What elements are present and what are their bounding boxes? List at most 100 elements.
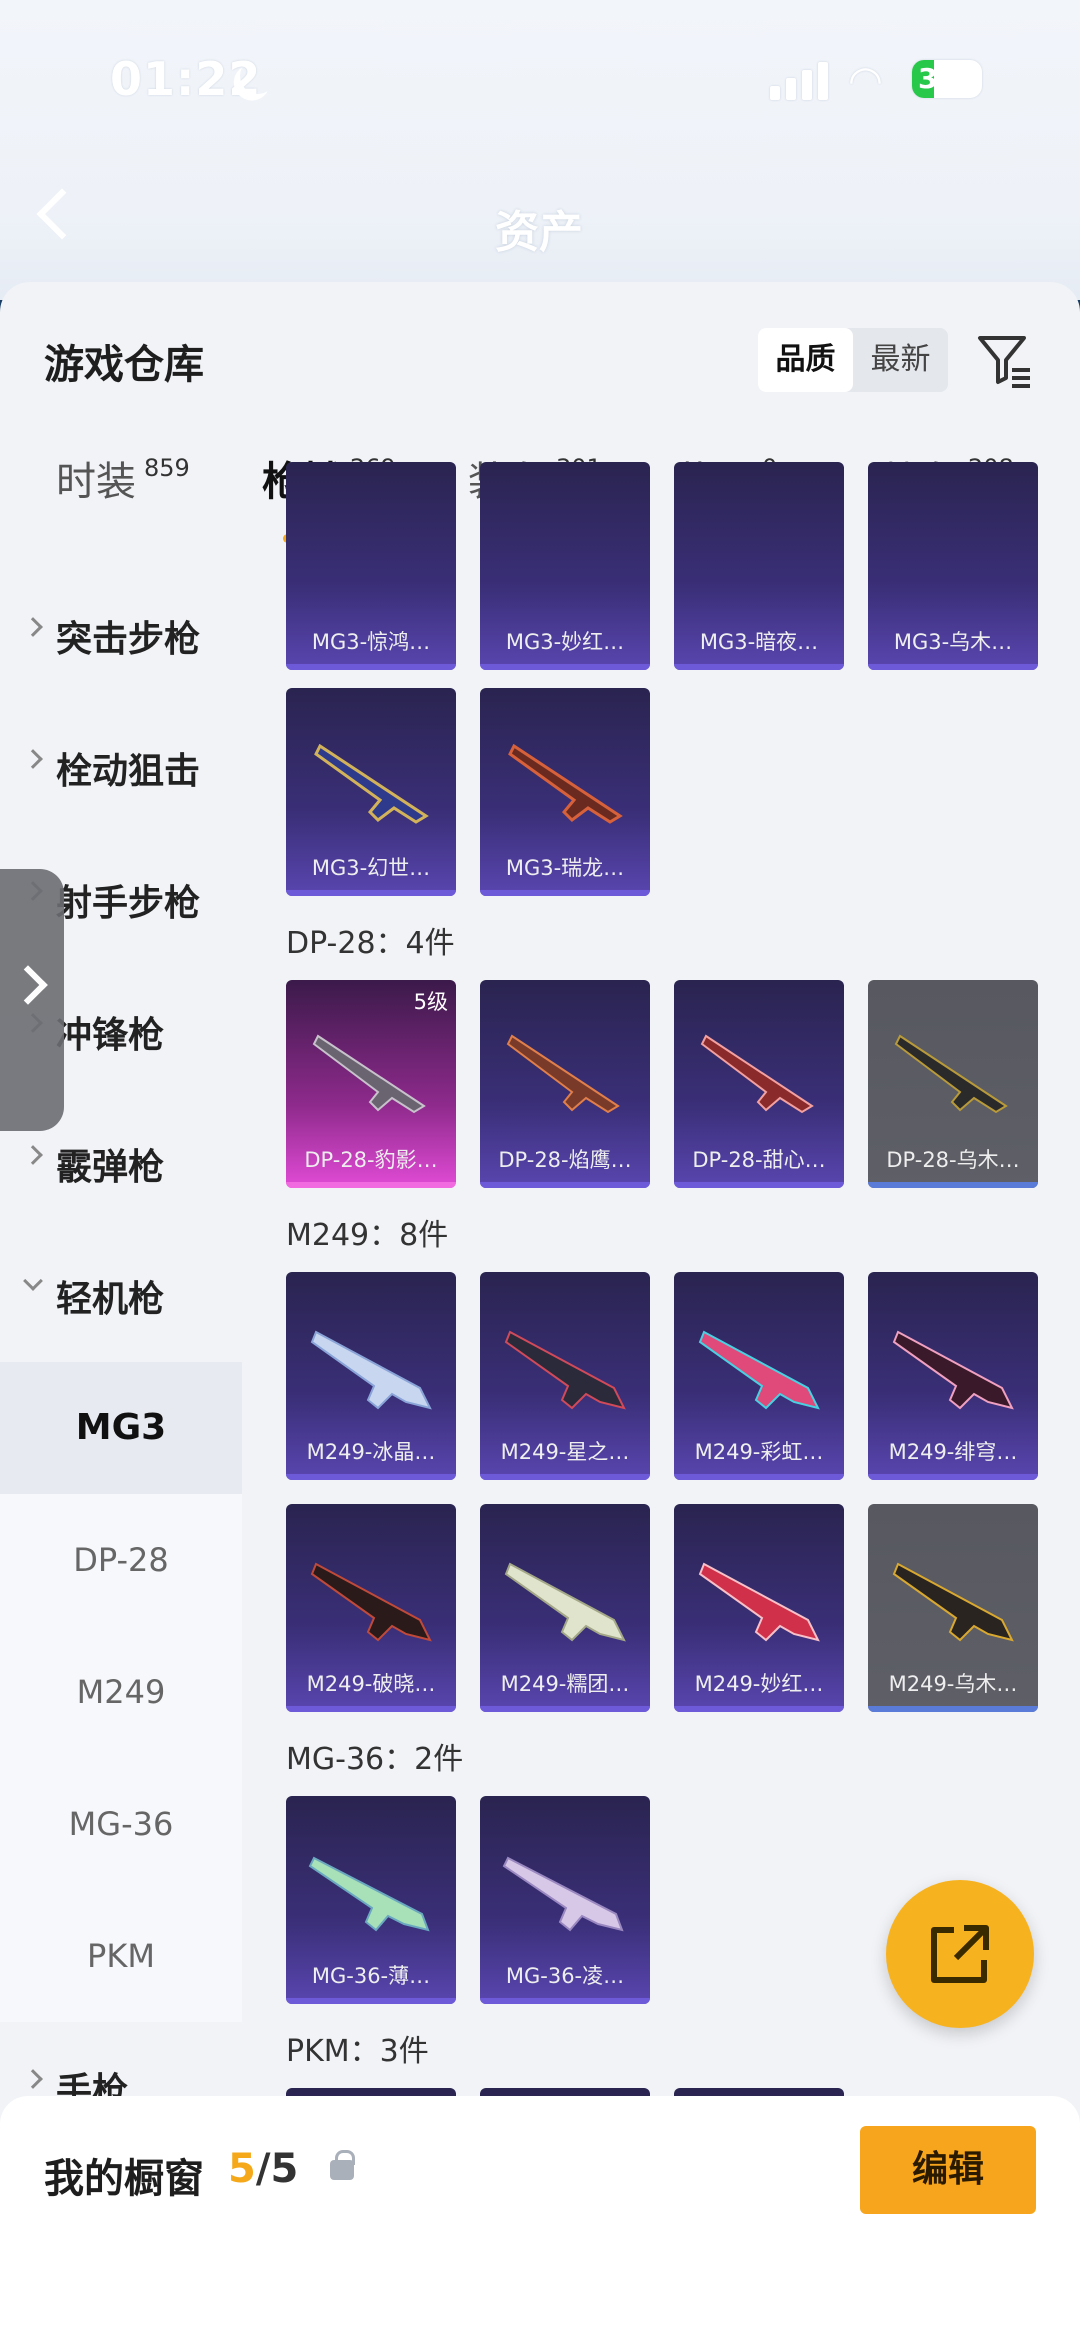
weapon-card[interactable]: 5级 DP-28-豹影…: [286, 980, 456, 1188]
weapon-card[interactable]: DP-28-乌木…: [868, 980, 1038, 1188]
tab-fashion[interactable]: 时装 859: [0, 442, 206, 542]
weapon-skin-image: [504, 1562, 626, 1642]
sidebar-subitem-pkm[interactable]: PKM: [0, 1890, 242, 2022]
status-time: 01:22: [110, 52, 262, 106]
section-title-m249: M249：8件: [286, 1218, 449, 1253]
sidebar-subitem-label: PKM: [87, 1937, 155, 1975]
weapon-skin-image: [502, 1856, 624, 1932]
wifi-icon: ◠: [848, 58, 883, 104]
chevron-right-icon: [23, 617, 43, 637]
weapon-name: MG3-幻世…: [311, 856, 431, 880]
weapon-name: MG3-暗夜…: [699, 630, 819, 654]
lock-icon: [330, 2150, 355, 2180]
weapon-name: DP-28-乌木…: [886, 1148, 1020, 1172]
weapon-skin-image: [506, 1034, 620, 1114]
showcase-label: 我的橱窗: [44, 2156, 204, 2202]
weapon-name: MG-36-薄…: [311, 1964, 431, 1988]
weapon-card[interactable]: MG3-暗夜…: [674, 462, 844, 670]
weapon-name: M249-破晓…: [306, 1672, 436, 1696]
warehouse-panel: 游戏仓库 品质 最新 时装859 枪械269 装备301 载具0 战备208 突…: [0, 282, 1080, 2341]
weapon-skin-image: [894, 1034, 1008, 1114]
weapon-category-sidebar: 突击步枪 栓动狙击 射手步枪 冲锋枪 霰弹枪 轻机枪 MG3 DP-28 M24…: [0, 570, 242, 2152]
weapon-card[interactable]: MG3-惊鸿…: [286, 462, 456, 670]
weapon-card[interactable]: M249-冰晶…: [286, 1272, 456, 1480]
sort-toggle: 品质 最新: [758, 328, 948, 392]
sidebar-item-label: 射手步枪: [56, 883, 201, 924]
chevron-down-icon: [23, 1271, 43, 1291]
sidebar-item-label: 轻机枪: [56, 1279, 165, 1320]
weapon-name: M249-绯穹…: [888, 1440, 1018, 1464]
page-title: 资产: [495, 207, 583, 258]
weapon-card[interactable]: MG3-妙红…: [480, 462, 650, 670]
tab-label: 时装: [56, 459, 136, 505]
weapon-name: M249-糯团…: [500, 1672, 630, 1696]
weapon-name: M249-彩虹…: [694, 1440, 824, 1464]
edit-button[interactable]: 编辑: [860, 2126, 1036, 2214]
sidebar-subitem-dp28[interactable]: DP-28: [0, 1494, 242, 1626]
weapon-card[interactable]: M249-乌木…: [868, 1504, 1038, 1712]
share-icon: [931, 1925, 989, 1983]
weapon-name: DP-28-甜心…: [692, 1148, 826, 1172]
panel-title: 游戏仓库: [44, 342, 204, 388]
weapon-card[interactable]: MG3-幻世…: [286, 688, 456, 896]
back-icon[interactable]: [36, 188, 88, 240]
chevron-right-icon: [8, 965, 48, 1005]
sidebar-subitem-label: DP-28: [73, 1541, 169, 1579]
weapon-name: DP-28-豹影…: [304, 1148, 438, 1172]
weapon-name: DP-28-焰鹰…: [498, 1148, 632, 1172]
sidebar-subitem-label: MG3: [75, 1407, 167, 1448]
weapon-name: M249-乌木…: [888, 1672, 1018, 1696]
weapon-skin-image: [892, 1330, 1014, 1410]
weapon-card[interactable]: MG-36-薄…: [286, 1796, 456, 2004]
sidebar-item-bolt-sniper[interactable]: 栓动狙击: [0, 702, 242, 832]
weapon-skin-image: [698, 1562, 820, 1642]
weapon-name: MG3-乌木…: [893, 630, 1013, 654]
weapon-card[interactable]: DP-28-焰鹰…: [480, 980, 650, 1188]
filter-icon[interactable]: [976, 332, 1032, 388]
status-header-area: 01:22 ◠ 32 资产: [0, 0, 1080, 300]
weapon-card[interactable]: M249-星之…: [480, 1272, 650, 1480]
sidebar-item-label: 栓动狙击: [56, 751, 201, 792]
weapon-skin-image: [508, 743, 623, 824]
tab-count: 859: [144, 454, 190, 482]
chevron-right-icon: [23, 1145, 43, 1165]
signal-icon: [770, 60, 830, 100]
sidebar-item-lmg[interactable]: 轻机枪: [0, 1230, 242, 1360]
weapon-name: MG3-妙红…: [505, 630, 625, 654]
sidebar-subitem-mg3[interactable]: MG3: [0, 1362, 242, 1494]
weapon-card[interactable]: M249-破晓…: [286, 1504, 456, 1712]
showcase-count: 5/5: [228, 2146, 298, 2192]
sidebar-subitem-label: MG-36: [68, 1805, 174, 1843]
weapon-skin-image: [700, 1034, 814, 1114]
showcase-total: /5: [255, 2146, 299, 2192]
section-title-dp28: DP-28：4件: [286, 926, 455, 961]
sidebar-item-assault-rifle[interactable]: 突击步枪: [0, 570, 242, 700]
sort-quality-button[interactable]: 品质: [758, 328, 853, 392]
battery-text: 32: [918, 62, 957, 95]
sidebar-subitem-m249[interactable]: M249: [0, 1626, 242, 1758]
showcase-bar: 我的橱窗 5/5 编辑: [0, 2096, 1080, 2341]
weapon-card[interactable]: MG-36-凌…: [480, 1796, 650, 2004]
chevron-right-icon: [23, 749, 43, 769]
sidebar-collapse-handle[interactable]: [0, 869, 64, 1131]
sort-newest-button[interactable]: 最新: [853, 328, 948, 392]
battery-icon: 32: [912, 60, 982, 98]
weapon-skin-image: [314, 743, 429, 824]
weapon-skin-image: [892, 1562, 1014, 1642]
sidebar-subitem-mg36[interactable]: MG-36: [0, 1758, 242, 1890]
share-fab-button[interactable]: [886, 1880, 1034, 2028]
weapon-skin-image: [698, 1330, 820, 1410]
weapon-card[interactable]: M249-糯团…: [480, 1504, 650, 1712]
weapon-skin-image: [312, 1034, 426, 1114]
weapon-card[interactable]: M249-绯穹…: [868, 1272, 1038, 1480]
weapon-card[interactable]: M249-妙红…: [674, 1504, 844, 1712]
weapon-card[interactable]: DP-28-甜心…: [674, 980, 844, 1188]
showcase-current: 5: [228, 2146, 256, 2192]
sidebar-item-label: 突击步枪: [56, 619, 201, 660]
weapon-name: MG3-惊鸿…: [311, 630, 431, 654]
weapon-card[interactable]: MG3-瑞龙…: [480, 688, 650, 896]
weapon-card[interactable]: M249-彩虹…: [674, 1272, 844, 1480]
weapon-skin-image: [310, 1330, 432, 1410]
weapon-card[interactable]: MG3-乌木…: [868, 462, 1038, 670]
sidebar-item-label: 冲锋枪: [56, 1015, 165, 1056]
